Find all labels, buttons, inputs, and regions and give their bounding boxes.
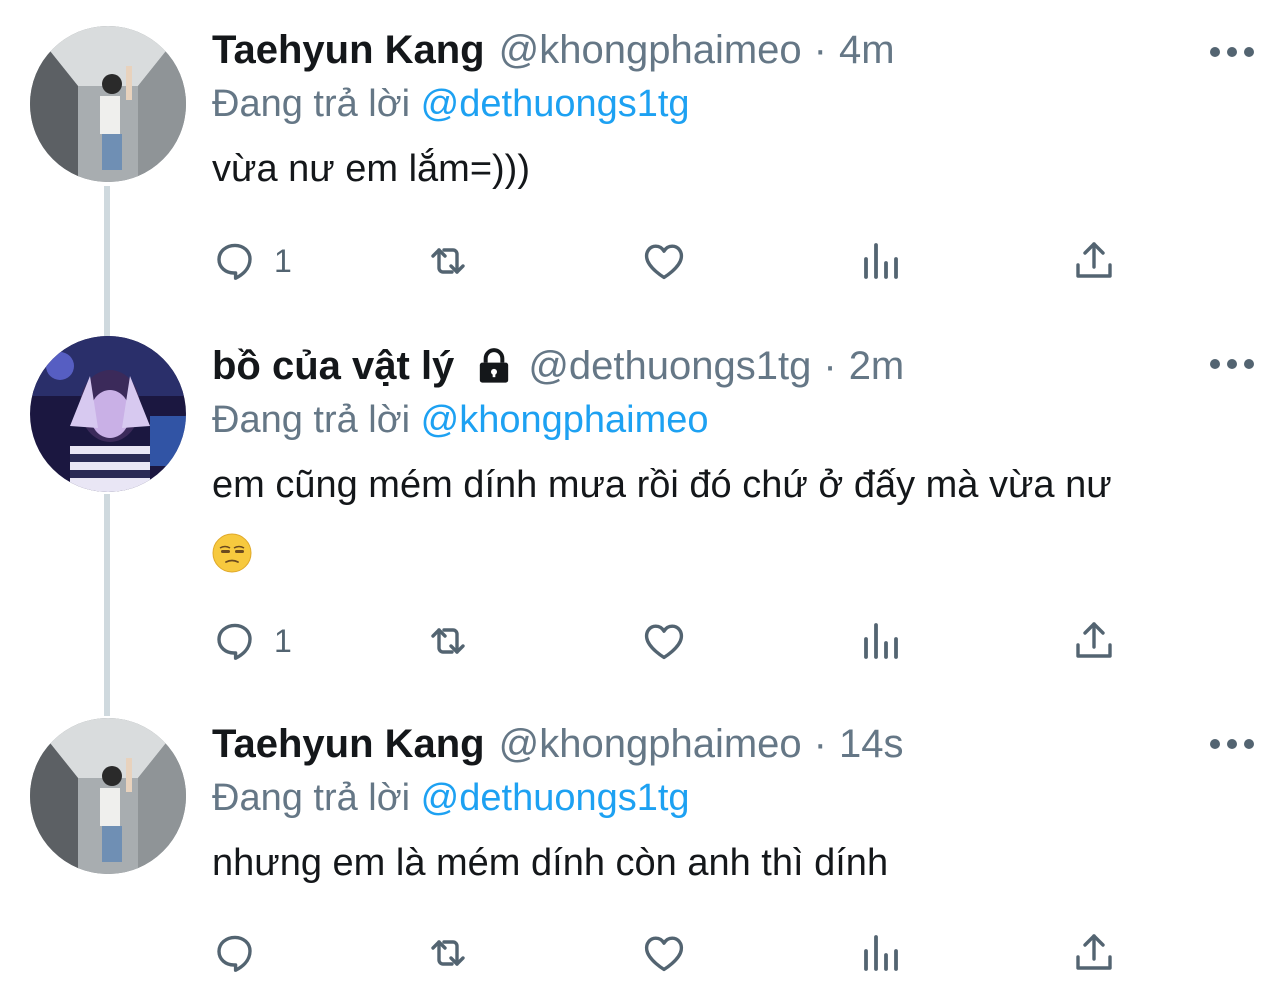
timestamp[interactable]: 4m (839, 22, 895, 78)
lock-icon (480, 348, 509, 383)
replying-to: Đang trả lời @dethuongs1tg (212, 772, 1254, 824)
display-name[interactable]: bồ của vật lý (212, 338, 454, 394)
mention-link[interactable]: @dethuongs1tg (421, 777, 690, 819)
views-icon (864, 243, 898, 279)
tweet[interactable]: Taehyun Kang @khongphaimeo · 4m Đang trả… (0, 0, 1284, 320)
replying-prefix: Đang trả lời (212, 83, 411, 125)
tweet[interactable]: Taehyun Kang @khongphaimeo · 14s Đang tr… (0, 710, 1284, 1000)
more-icon[interactable] (1210, 734, 1254, 754)
avatar[interactable] (30, 26, 186, 182)
tweet[interactable]: bồ của vật lý @dethuongs1tg · 2m Đang tr… (0, 320, 1284, 710)
reply-count: 1 (274, 242, 292, 279)
tweet-text: vừa nư em lắm=))) (212, 148, 530, 190)
retweet-button[interactable] (424, 928, 472, 978)
replying-to: Đang trả lời @khongphaimeo (212, 394, 1254, 446)
retweet-icon (431, 628, 465, 654)
mention-link[interactable]: @khongphaimeo (421, 399, 709, 441)
retweet-icon (431, 248, 465, 274)
timestamp[interactable]: 14s (839, 716, 904, 772)
reply-count: 1 (274, 622, 292, 659)
display-name[interactable]: Taehyun Kang (212, 716, 485, 772)
views-button[interactable] (856, 616, 904, 666)
share-icon (1076, 622, 1112, 658)
share-button[interactable] (1070, 236, 1118, 286)
display-name[interactable]: Taehyun Kang (212, 22, 485, 78)
share-button[interactable] (1070, 928, 1118, 978)
retweet-button[interactable] (424, 236, 472, 286)
tweet-text: nhưng em là mém dính còn anh thì dính (212, 842, 889, 884)
tweet-actions: 1 (212, 236, 1132, 286)
retweet-button[interactable] (424, 616, 472, 666)
share-icon (1076, 242, 1112, 278)
tweet-text-block: em cũng mém dính mưa rồi đó chứ ở đấy mà… (212, 452, 1254, 584)
more-icon[interactable] (1210, 42, 1254, 62)
reply-button[interactable] (212, 928, 274, 978)
separator-dot: · (823, 344, 837, 388)
like-button[interactable] (640, 616, 688, 666)
unamused-face-emoji (212, 533, 252, 573)
tweet-text: em cũng mém dính mưa rồi đó chứ ở đấy mà… (212, 464, 1112, 506)
more-icon[interactable] (1210, 354, 1254, 374)
like-button[interactable] (640, 928, 688, 978)
reply-button[interactable]: 1 (212, 616, 292, 666)
mention-link[interactable]: @dethuongs1tg (421, 83, 690, 125)
tweet-actions (212, 928, 1132, 978)
user-handle[interactable]: @khongphaimeo (499, 22, 802, 78)
reply-icon (217, 623, 252, 660)
views-icon (864, 623, 898, 659)
reply-icon (217, 935, 252, 972)
timestamp[interactable]: 2m (849, 338, 905, 394)
retweet-icon (431, 940, 465, 966)
views-button[interactable] (856, 236, 904, 286)
replying-prefix: Đang trả lời (212, 399, 411, 441)
avatar[interactable] (30, 336, 186, 492)
share-icon (1076, 934, 1112, 970)
user-handle[interactable]: @khongphaimeo (499, 716, 802, 772)
tweet-actions: 1 (212, 616, 1132, 666)
views-button[interactable] (856, 928, 904, 978)
reply-button[interactable]: 1 (212, 236, 292, 286)
replying-to: Đang trả lời @dethuongs1tg (212, 78, 1254, 130)
tweet-header: Taehyun Kang @khongphaimeo · 4m (212, 22, 1254, 78)
separator-dot: · (813, 28, 827, 72)
heart-icon (644, 244, 684, 280)
tweet-header: Taehyun Kang @khongphaimeo · 14s (212, 716, 1254, 772)
tweet-header: bồ của vật lý @dethuongs1tg · 2m (212, 338, 1254, 394)
avatar[interactable] (30, 718, 186, 874)
share-button[interactable] (1070, 616, 1118, 666)
views-icon (864, 935, 898, 971)
replying-prefix: Đang trả lời (212, 777, 411, 819)
heart-icon (644, 936, 684, 972)
heart-icon (644, 624, 684, 660)
user-handle[interactable]: @dethuongs1tg (528, 338, 811, 394)
separator-dot: · (813, 722, 827, 766)
reply-icon (217, 243, 252, 280)
like-button[interactable] (640, 236, 688, 286)
